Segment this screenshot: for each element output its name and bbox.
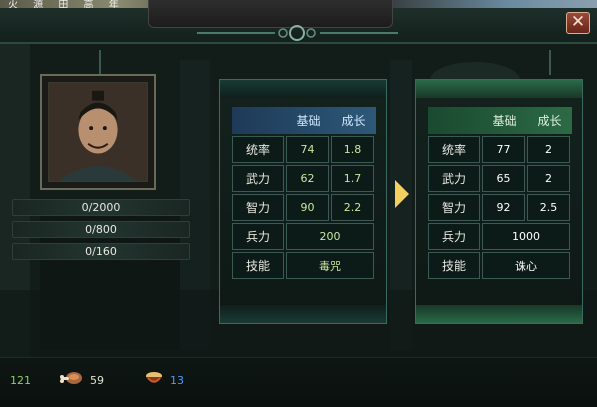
upgraded-stats-table: 基础 成长 统率 77 2 武力 65 2 智力 92 2.5 兵力 1000 … [428, 107, 572, 281]
table-row: 智力 92 2.5 [428, 194, 572, 221]
table-row: 武力 65 2 [428, 165, 572, 192]
table-row: 统率 74 1.8 [232, 136, 376, 163]
stat-bar-1-value: 0/2000 [81, 201, 121, 214]
stat-base: 74 [286, 136, 329, 163]
troops-value: 1000 [482, 223, 570, 250]
table-row: 统率 77 2 [428, 136, 572, 163]
stat-base: 92 [482, 194, 525, 221]
stat-growth: 2.5 [527, 194, 570, 221]
current-stats-panel: 基础 成长 统率 74 1.8 武力 62 1.7 智力 90 2.2 兵力 2… [219, 79, 387, 324]
stat-bar-2-value: 0/800 [85, 223, 117, 236]
stat-label: 智力 [232, 194, 284, 221]
stat-label: 统率 [428, 136, 480, 163]
header-growth: 成长 [537, 114, 562, 128]
panel-top-bar [220, 80, 386, 98]
skill-label: 技能 [232, 252, 284, 279]
table-row: 技能 诛心 [428, 252, 572, 279]
troops-label: 兵力 [232, 223, 284, 250]
gold-value: 121 [10, 374, 31, 387]
troops-label: 兵力 [428, 223, 480, 250]
arrow-right-icon [395, 180, 409, 208]
current-stats-table: 基础 成长 统率 74 1.8 武力 62 1.7 智力 90 2.2 兵力 2… [232, 107, 376, 281]
table-row: 兵力 200 [232, 223, 376, 250]
stat-growth: 2 [527, 165, 570, 192]
table-row: 武力 62 1.7 [232, 165, 376, 192]
stat-label: 智力 [428, 194, 480, 221]
general-portrait [48, 82, 148, 182]
meat-icon [60, 372, 82, 384]
stat-label: 统率 [232, 136, 284, 163]
panel-bottom-bar [220, 305, 386, 323]
table-header: 基础 成长 [232, 107, 376, 134]
meat-value: 59 [90, 374, 104, 387]
panel-bottom-bar [416, 305, 582, 323]
stat-growth: 1.8 [331, 136, 374, 163]
table-header: 基础 成长 [428, 107, 572, 134]
stat-base: 65 [482, 165, 525, 192]
table-row: 智力 90 2.2 [232, 194, 376, 221]
stat-bar-2: 0/800 [12, 221, 190, 238]
table-row: 技能 毒咒 [232, 252, 376, 279]
close-button[interactable]: ✕ [566, 12, 590, 34]
table-row: 兵力 1000 [428, 223, 572, 250]
stat-bar-3: 0/160 [12, 243, 190, 260]
stat-bar-1: 0/2000 [12, 199, 190, 216]
general-portrait-frame[interactable] [40, 74, 156, 190]
stat-growth: 1.7 [331, 165, 374, 192]
food-value: 13 [170, 374, 184, 387]
skill-label: 技能 [428, 252, 480, 279]
header-base: 基础 [492, 114, 517, 128]
stat-base: 90 [286, 194, 329, 221]
panel-top-bar [416, 80, 582, 98]
stat-base: 62 [286, 165, 329, 192]
stat-label: 武力 [428, 165, 480, 192]
header-base: 基础 [296, 114, 321, 128]
stat-base: 77 [482, 136, 525, 163]
stat-label: 武力 [232, 165, 284, 192]
stat-growth: 2.2 [331, 194, 374, 221]
stat-growth: 2 [527, 136, 570, 163]
header-ornament [197, 25, 398, 41]
upgraded-stats-panel: 基础 成长 统率 77 2 武力 65 2 智力 92 2.5 兵力 1000 … [415, 79, 583, 324]
general-portrait-icon [49, 83, 147, 181]
troops-value: 200 [286, 223, 374, 250]
header-growth: 成长 [341, 114, 366, 128]
skill-value[interactable]: 诛心 [482, 252, 570, 279]
food-bowl-icon [146, 372, 162, 383]
skill-value[interactable]: 毒咒 [286, 252, 374, 279]
stat-bar-3-value: 0/160 [85, 245, 117, 258]
